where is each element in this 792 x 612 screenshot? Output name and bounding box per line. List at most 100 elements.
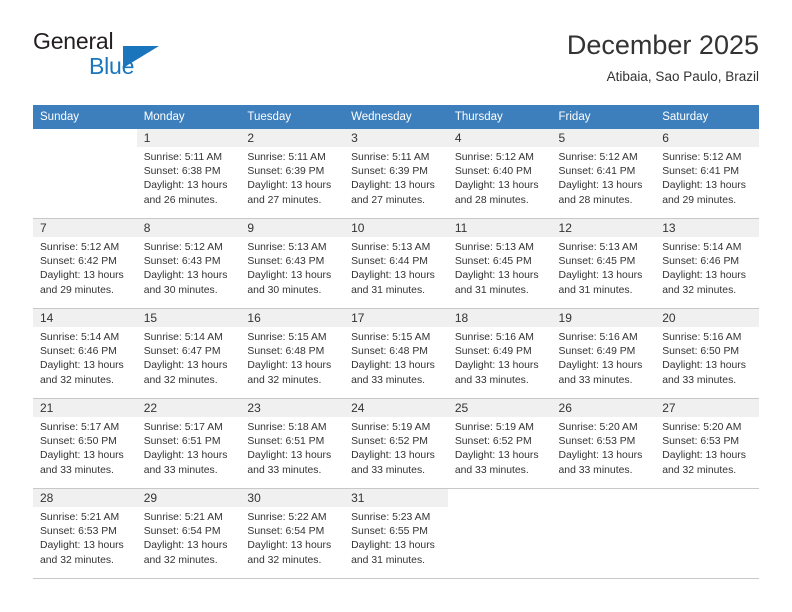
day-cell-inner: 5 Sunrise: 5:12 AM Sunset: 6:41 PM Daylight… [551,129,656,218]
day-details: Sunrise: 5:18 AM Sunset: 6:51 PM Daylight:… [240,417,344,478]
day-number: 23 [240,399,345,417]
calendar-day-cell[interactable]: 26 Sunrise: 5:20 AM Sunset: 6:53 PM Dayligh… [551,398,656,489]
daylight-text: Daylight: 13 hours [351,270,435,282]
sunrise-text: Sunrise: 5:11 AM [247,152,326,163]
day-details: Sunrise: 5:15 AM Sunset: 6:48 PM Daylight:… [240,327,344,388]
calendar-day-cell[interactable]: 1 Sunrise: 5:11 AM Sunset: 6:38 PM Daylight… [136,129,241,219]
daylight-text: and 32 minutes. [662,284,737,296]
daylight-text: and 33 minutes. [558,374,633,386]
calendar-day-cell[interactable]: 8 Sunrise: 5:12 AM Sunset: 6:43 PM Daylight… [136,218,241,309]
sunrise-text: Sunrise: 5:12 AM [40,242,120,253]
day-cell-inner: 30 Sunrise: 5:22 AM Sunset: 6:54 PM Dayligh… [240,489,345,578]
daylight-text: and 32 minutes. [247,374,322,386]
calendar-day-cell[interactable]: 28 Sunrise: 5:21 AM Sunset: 6:53 PM Dayligh… [33,489,137,579]
calendar-day-cell[interactable]: 9 Sunrise: 5:13 AM Sunset: 6:43 PM Daylight… [240,218,345,309]
calendar-day-cell[interactable]: 16 Sunrise: 5:15 AM Sunset: 6:48 PM Dayligh… [240,308,345,399]
day-details: Sunrise: 5:12 AM Sunset: 6:41 PM Daylight:… [655,147,759,208]
day-details: Sunrise: 5:14 AM Sunset: 6:47 PM Daylight:… [137,327,241,388]
sunrise-text: Sunrise: 5:22 AM [247,512,327,523]
sunset-text: Sunset: 6:53 PM [558,436,636,448]
sunset-text: Sunset: 6:45 PM [558,256,636,268]
column-header-saturday: Saturday [655,105,759,129]
day-details: Sunrise: 5:13 AM Sunset: 6:44 PM Daylight:… [344,237,448,298]
daylight-text: Daylight: 13 hours [351,360,435,372]
day-details: Sunrise: 5:12 AM Sunset: 6:42 PM Daylight:… [33,237,137,298]
sunset-text: Sunset: 6:48 PM [351,346,428,358]
sunset-text: Sunset: 6:53 PM [662,436,740,448]
day-number [655,489,759,507]
calendar-cell-empty [551,489,656,579]
calendar-day-cell[interactable]: 10 Sunrise: 5:13 AM Sunset: 6:44 PM Dayligh… [344,218,448,309]
calendar-day-cell[interactable]: 2 Sunrise: 5:11 AM Sunset: 6:39 PM Daylight… [240,129,345,219]
calendar-day-cell[interactable]: 3 Sunrise: 5:11 AM Sunset: 6:39 PM Daylight… [344,129,448,219]
day-cell-inner: 27 Sunrise: 5:20 AM Sunset: 6:53 PM Dayligh… [655,399,759,488]
day-details: Sunrise: 5:17 AM Sunset: 6:51 PM Daylight:… [137,417,241,478]
day-number: 9 [240,219,345,237]
sunrise-text: Sunrise: 5:19 AM [454,422,534,433]
sunrise-text: Sunrise: 5:14 AM [662,242,742,253]
calendar-day-cell[interactable]: 7 Sunrise: 5:12 AM Sunset: 6:42 PM Daylight… [33,218,137,309]
calendar-day-cell[interactable]: 23 Sunrise: 5:18 AM Sunset: 6:51 PM Dayligh… [240,398,345,489]
page-header: General Blue December 2025 Atibaia, Sao … [33,28,759,98]
sunset-text: Sunset: 6:46 PM [40,346,117,358]
sunrise-text: Sunrise: 5:11 AM [143,152,223,163]
daylight-text: and 32 minutes. [143,374,218,386]
day-details: Sunrise: 5:13 AM Sunset: 6:45 PM Daylight:… [448,237,552,298]
calendar-day-cell[interactable]: 22 Sunrise: 5:17 AM Sunset: 6:51 PM Dayligh… [136,398,241,489]
calendar-week-row: 28 Sunrise: 5:21 AM Sunset: 6:53 PM Dayligh… [33,489,759,579]
day-cell-inner: 18 Sunrise: 5:16 AM Sunset: 6:49 PM Dayligh… [447,309,552,398]
day-details: Sunrise: 5:12 AM Sunset: 6:41 PM Daylight:… [552,147,656,208]
day-details: Sunrise: 5:15 AM Sunset: 6:48 PM Daylight:… [344,327,448,388]
calendar-day-cell[interactable]: 18 Sunrise: 5:16 AM Sunset: 6:49 PM Dayligh… [447,308,552,399]
calendar-day-cell[interactable]: 13 Sunrise: 5:14 AM Sunset: 6:46 PM Dayligh… [655,218,759,309]
sunset-text: Sunset: 6:50 PM [40,436,117,448]
calendar-day-cell[interactable]: 20 Sunrise: 5:16 AM Sunset: 6:50 PM Dayligh… [655,308,759,399]
day-cell-inner: 14 Sunrise: 5:14 AM Sunset: 6:46 PM Dayligh… [33,309,137,398]
calendar-day-cell[interactable]: 21 Sunrise: 5:17 AM Sunset: 6:50 PM Dayligh… [33,398,137,489]
day-number: 19 [551,309,656,327]
daylight-text: Daylight: 13 hours [662,180,746,192]
sunset-text: Sunset: 6:38 PM [143,166,221,178]
daylight-text: Daylight: 13 hours [558,270,643,282]
day-number: 29 [136,489,241,507]
sunrise-text: Sunrise: 5:21 AM [40,512,120,523]
title-block: December 2025 Atibaia, Sao Paulo, Brazil [567,28,759,87]
calendar-day-cell[interactable]: 31 Sunrise: 5:23 AM Sunset: 6:55 PM Dayligh… [344,489,448,579]
daylight-text: Daylight: 13 hours [143,540,228,552]
day-cell-inner: 29 Sunrise: 5:21 AM Sunset: 6:54 PM Dayligh… [136,489,241,578]
day-details: Sunrise: 5:22 AM Sunset: 6:54 PM Daylight:… [240,507,344,568]
calendar-day-cell[interactable]: 11 Sunrise: 5:13 AM Sunset: 6:45 PM Dayligh… [447,218,552,309]
general-blue-logo[interactable]: General Blue [33,28,253,84]
calendar-day-cell[interactable]: 15 Sunrise: 5:14 AM Sunset: 6:47 PM Dayligh… [136,308,241,399]
day-details: Sunrise: 5:16 AM Sunset: 6:49 PM Daylight:… [552,327,656,388]
sunset-text: Sunset: 6:46 PM [662,256,740,268]
day-cell-inner [447,489,552,578]
day-cell-inner: 12 Sunrise: 5:13 AM Sunset: 6:45 PM Dayligh… [551,219,656,308]
calendar-day-cell[interactable]: 4 Sunrise: 5:12 AM Sunset: 6:40 PM Daylight… [447,129,552,219]
sunset-text: Sunset: 6:41 PM [662,166,740,178]
day-cell-inner: 17 Sunrise: 5:15 AM Sunset: 6:48 PM Dayligh… [344,309,448,398]
calendar-cell-empty [447,489,552,579]
calendar-day-cell[interactable]: 12 Sunrise: 5:13 AM Sunset: 6:45 PM Dayligh… [551,218,656,309]
column-header-thursday: Thursday [447,105,552,129]
daylight-text: and 30 minutes. [143,284,218,296]
calendar-day-cell[interactable]: 6 Sunrise: 5:12 AM Sunset: 6:41 PM Daylight… [655,129,759,219]
sunset-text: Sunset: 6:44 PM [351,256,428,268]
calendar-day-cell[interactable]: 29 Sunrise: 5:21 AM Sunset: 6:54 PM Dayligh… [136,489,241,579]
daylight-text: Daylight: 13 hours [247,270,332,282]
calendar-day-cell[interactable]: 30 Sunrise: 5:22 AM Sunset: 6:54 PM Dayligh… [240,489,345,579]
calendar-day-cell[interactable]: 17 Sunrise: 5:15 AM Sunset: 6:48 PM Dayligh… [344,308,448,399]
calendar-day-cell[interactable]: 5 Sunrise: 5:12 AM Sunset: 6:41 PM Daylight… [551,129,656,219]
day-cell-inner: 9 Sunrise: 5:13 AM Sunset: 6:43 PM Daylight… [240,219,345,308]
day-number: 25 [447,399,552,417]
calendar-day-cell[interactable]: 27 Sunrise: 5:20 AM Sunset: 6:53 PM Dayligh… [655,398,759,489]
calendar-day-cell[interactable]: 24 Sunrise: 5:19 AM Sunset: 6:52 PM Dayligh… [344,398,448,489]
sunrise-text: Sunrise: 5:20 AM [662,422,742,433]
calendar-day-cell[interactable]: 25 Sunrise: 5:19 AM Sunset: 6:52 PM Dayligh… [447,398,552,489]
calendar-day-cell[interactable]: 19 Sunrise: 5:16 AM Sunset: 6:49 PM Dayligh… [551,308,656,399]
daylight-text: Daylight: 13 hours [558,180,643,192]
day-cell-inner [551,489,656,578]
day-number: 28 [33,489,137,507]
calendar-day-cell[interactable]: 14 Sunrise: 5:14 AM Sunset: 6:46 PM Dayligh… [33,308,137,399]
sunset-text: Sunset: 6:43 PM [143,256,221,268]
